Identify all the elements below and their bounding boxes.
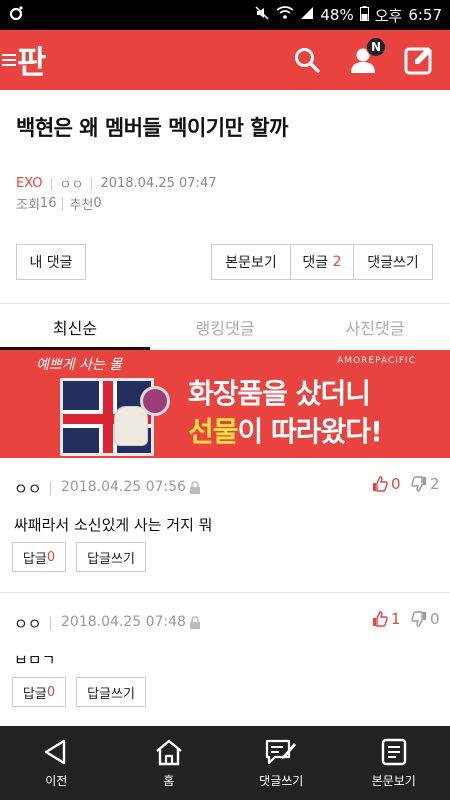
back-icon: [45, 739, 66, 764]
nav-label: 댓글쓰기: [259, 773, 304, 788]
edit-icon: [404, 47, 432, 75]
search-button[interactable]: [290, 43, 324, 77]
logo-menu-button[interactable]: 판: [2, 37, 46, 83]
ad-brand-logo: 예쁘게 사는 몰: [36, 357, 123, 373]
comment-text: ㅂㅁㄱ: [14, 651, 56, 669]
tab-ranking[interactable]: 랭킹댓글: [150, 304, 300, 350]
article-category[interactable]: EXO: [16, 176, 43, 191]
article-title: 백현은 왜 멤버들 멕이기만 할까: [16, 116, 288, 140]
thumbs-up-icon: [373, 476, 388, 492]
article-action-group: 본문보기 댓글 2 댓글쓰기: [211, 244, 433, 280]
meta-divider: [62, 197, 64, 210]
write-reply-button[interactable]: 답글쓰기: [76, 542, 146, 572]
reply-label: 답글: [22, 551, 47, 567]
my-comments-button[interactable]: 내 댓글: [16, 244, 86, 280]
comment-date: 2018.04.25 07:56: [61, 479, 186, 495]
comment-text: 싸패라서 소신있게 사는 거지 뭐: [14, 516, 213, 534]
kettle-image: [114, 406, 148, 446]
write-post-button[interactable]: [402, 43, 436, 77]
write-comment-button[interactable]: 댓글쓰기: [354, 245, 432, 279]
meta-divider: [50, 482, 51, 495]
reply-label: 답글: [22, 686, 47, 702]
article-author: ㅇㅇ: [59, 178, 84, 193]
nav-label: 홈: [163, 773, 175, 788]
nav-back-button[interactable]: 이전: [0, 726, 113, 800]
meta-divider: [50, 617, 51, 630]
clock-ampm: 오후: [374, 6, 403, 25]
comment-sort-tabs: 최신순 랭킹댓글 사진댓글: [0, 304, 450, 350]
home-icon: [155, 739, 182, 765]
nav-view-post-button[interactable]: 본문보기: [338, 726, 450, 800]
view-post-button[interactable]: 본문보기: [212, 245, 291, 279]
upvote-count: 0: [391, 475, 401, 493]
ad-headline-2: 선물이 따라왔다!: [188, 410, 383, 450]
article-date: 2018.04.25 07:47: [100, 176, 217, 191]
clock-time: 6:57: [408, 6, 442, 24]
reply-count: 0: [46, 549, 56, 565]
comments-button[interactable]: 댓글 2: [291, 245, 354, 279]
battery-icon: [359, 5, 369, 25]
recommend-label: 추천: [69, 198, 94, 213]
ad-highlight: 선물: [188, 415, 239, 448]
downvote-button[interactable]: 0: [411, 610, 440, 628]
menu-icon: [2, 51, 16, 69]
views-label: 조회: [16, 198, 40, 213]
meta-divider: [91, 177, 93, 190]
downvote-count: 2: [430, 475, 440, 493]
reply-button[interactable]: 답글 0: [12, 542, 66, 572]
write-reply-button[interactable]: 답글쓰기: [76, 677, 146, 707]
ad-brand-name: AMOREPACIFIC: [337, 356, 416, 366]
lock-icon: [189, 615, 201, 629]
thumbs-down-icon: [411, 611, 426, 627]
upvote-count: 1: [391, 610, 401, 628]
recommend-count: 0: [93, 196, 102, 211]
comment-author: ㅇㅇ: [14, 615, 42, 633]
ad-headline-1: 화장품을 샀더니: [188, 377, 371, 410]
notification-badge: N: [366, 37, 386, 57]
meta-divider: [50, 177, 52, 190]
upvote-button[interactable]: 1: [372, 610, 401, 628]
article-stats: 조회 16 추천 0: [16, 194, 102, 213]
comments-count: 2: [332, 254, 342, 270]
battery-percent: 48%: [320, 6, 354, 24]
search-icon: [295, 48, 320, 73]
comment-date: 2018.04.25 07:48: [61, 614, 186, 630]
logo: 판: [17, 43, 46, 81]
thumbs-down-icon: [411, 476, 426, 492]
nav-label: 본문보기: [371, 773, 416, 788]
app-bar: 판 N: [0, 30, 450, 90]
nav-label: 이전: [45, 773, 68, 788]
article-meta: EXO ㅇㅇ 2018.04.25 07:47: [16, 174, 216, 193]
ad-headline-rest: 이 따라왔다!: [237, 415, 383, 448]
profile-button[interactable]: N: [346, 37, 386, 77]
downvote-count: 0: [430, 610, 440, 628]
write-comment-icon: [266, 739, 297, 764]
bottom-nav: 이전 홈 댓글쓰기 본문보기: [0, 726, 450, 800]
notification-o-icon: [8, 5, 24, 25]
comment-author: ㅇㅇ: [14, 480, 42, 498]
upvote-button[interactable]: 0: [372, 475, 401, 493]
reply-count: 0: [46, 684, 56, 700]
reply-button[interactable]: 답글 0: [12, 677, 66, 707]
views-count: 16: [39, 196, 57, 211]
ad-banner[interactable]: 예쁘게 사는 몰 AMOREPACIFIC 화장품을 샀더니 선물이 따라왔다!: [0, 350, 450, 458]
tab-latest[interactable]: 최신순: [0, 304, 150, 350]
comment-item: ㅇㅇ 2018.04.25 07:48 1 0 ㅂㅁㄱ 답글 0 답글쓰기: [0, 593, 450, 726]
thumbs-up-icon: [373, 611, 388, 627]
nav-home-button[interactable]: 홈: [113, 726, 226, 800]
nav-write-comment-button[interactable]: 댓글쓰기: [225, 726, 338, 800]
comments-label: 댓글: [302, 255, 329, 271]
downvote-button[interactable]: 2: [411, 475, 440, 493]
signal-icon: [300, 6, 314, 24]
wifi-icon: [276, 6, 294, 24]
mute-icon: [254, 5, 270, 25]
lock-icon: [189, 480, 201, 494]
comment-item: ㅇㅇ 2018.04.25 07:56 0 2 싸패라서 소신있게 사는 거지 …: [0, 458, 450, 592]
tab-photo[interactable]: 사진댓글: [300, 304, 450, 350]
document-icon: [381, 738, 406, 765]
status-bar: 48% 오후 6:57: [0, 0, 450, 30]
hair-dryer-image: [140, 386, 170, 416]
